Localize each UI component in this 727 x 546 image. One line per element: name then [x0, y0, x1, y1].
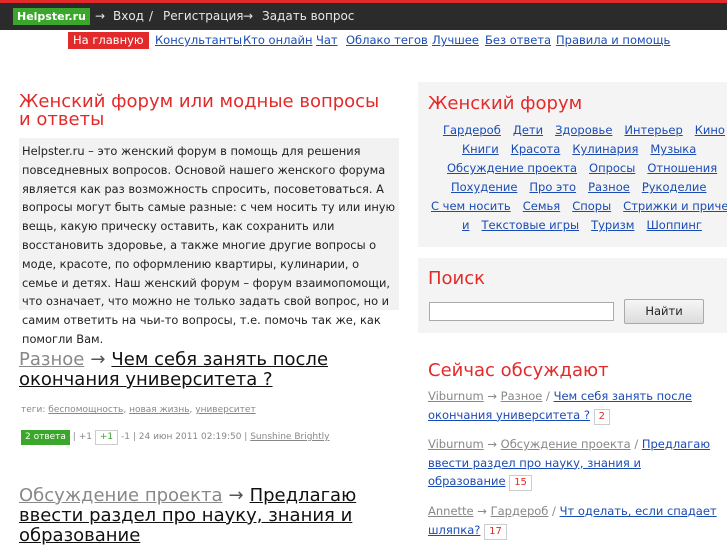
nav-item-chat[interactable]: Чат [316, 33, 338, 48]
arrow-icon: → [90, 349, 106, 370]
nav-home-button[interactable]: На главную [68, 32, 149, 49]
post-author-link[interactable]: Sunshine Brightly [250, 432, 329, 442]
cloud-link[interactable]: Гардероб [443, 123, 501, 137]
post-title: Обсуждение проекта → Предлагаю ввести разд… [19, 486, 399, 546]
cloud-link[interactable]: Туризм [591, 218, 634, 232]
user-link[interactable]: Viburnum [428, 437, 484, 451]
arrow-icon: → [243, 9, 254, 23]
reply-count-badge: 2 [593, 408, 611, 425]
post-date: 24 июн 2011 02:19:50 [138, 432, 242, 442]
votes-plus: +1 [78, 432, 92, 442]
discuss-title: Сейчас обсуждают [428, 360, 609, 381]
search-title: Поиск [428, 268, 486, 289]
cloud-link[interactable]: Рукоделие [642, 180, 707, 194]
reply-count-badge: 17 [484, 523, 507, 540]
tags-label: теги: [21, 405, 46, 415]
nav-item-rules[interactable]: Правила и помощь [556, 33, 670, 48]
cloud-row: Похудение Про это Разное Рукоделие [451, 180, 718, 195]
votes-minus: -1 [121, 432, 130, 442]
category-link[interactable]: Разное [501, 389, 543, 403]
nav-item-unanswered[interactable]: Без ответа [485, 33, 551, 48]
cloud-link[interactable]: Семья [523, 199, 560, 213]
cloud-link[interactable]: Про это [529, 180, 576, 194]
post-tags: теги: беспомощность, новая жизнь, универ… [21, 405, 256, 415]
nav-item-tag-cloud[interactable]: Облако тегов [346, 33, 428, 48]
arrow-icon: → [228, 485, 244, 506]
cloud-link[interactable]: Обсуждение проекта [447, 161, 577, 175]
search-button[interactable]: Найти [624, 299, 704, 324]
category-link[interactable]: Обсуждение проекта [501, 437, 631, 451]
forum-title: Женский форум [428, 93, 583, 114]
cloud-link[interactable]: Книги [462, 142, 499, 156]
cloud-link[interactable]: Отношения [647, 161, 717, 175]
separator: / [149, 9, 154, 23]
cloud-row: Книги Красота Кулинария Музыка [462, 142, 708, 157]
tag-link[interactable]: беспомощность [48, 405, 123, 415]
cloud-link[interactable]: Кино [695, 123, 725, 137]
cloud-link[interactable]: Похудение [451, 180, 517, 194]
arrow-icon: → [95, 9, 106, 23]
cloud-link[interactable]: С чем носить [431, 199, 511, 213]
intro-text: Helpster.ru – это женский форум в помощь… [22, 144, 396, 346]
post-item: Обсуждение проекта → Предлагаю ввести разд… [19, 486, 399, 546]
cloud-link[interactable]: и [462, 218, 469, 232]
post-item: Разное → Чем себя занять после окончания у… [19, 350, 399, 390]
cloud-link[interactable]: Дети [513, 123, 543, 137]
cloud-row: Гардероб Дети Здоровье Интерьер Кино [443, 123, 727, 138]
intro-box: Helpster.ru – это женский форум в помощь… [19, 138, 399, 346]
nav-item-best[interactable]: Лучшее [432, 33, 479, 48]
main-nav: На главную Консультанты Кто онлайн Чат О… [0, 30, 727, 52]
page-title: Женский форум или модные вопросы и ответ… [19, 91, 380, 130]
nav-item-online[interactable]: Кто онлайн [243, 33, 313, 48]
post-category-link[interactable]: Обсуждение проекта [19, 485, 222, 506]
register-link[interactable]: Регистрация [163, 8, 243, 25]
user-link[interactable]: Annette [428, 504, 474, 518]
cloud-link[interactable]: Интерьер [624, 123, 682, 137]
cloud-link[interactable]: Текстовые игры [481, 218, 579, 232]
discussion-item: Viburnum → Обсуждение проекта / Предлага… [428, 435, 718, 491]
discussion-item: Annette → Гардероб / Чт оделать, если сп… [428, 502, 718, 540]
cloud-link[interactable]: Кулинария [572, 142, 638, 156]
cloud-link[interactable]: Красота [511, 142, 561, 156]
user-link[interactable]: Viburnum [428, 389, 484, 403]
cloud-link[interactable]: Споры [572, 199, 611, 213]
tag-link[interactable]: университет [195, 405, 255, 415]
top-bar: Helpster.ru → Вход / Регистрация → Задат… [0, 0, 727, 30]
cloud-row: Обсуждение проекта Опросы Отношения [447, 161, 727, 176]
nav-item-consultants[interactable]: Консультанты [155, 33, 242, 48]
ask-question-link[interactable]: Задать вопрос [262, 8, 354, 25]
category-link[interactable]: Гардероб [491, 504, 549, 518]
cloud-link[interactable]: Разное [588, 180, 630, 194]
post-title: Разное → Чем себя занять после окончания у… [19, 350, 399, 390]
cloud-link[interactable]: Здоровье [555, 123, 612, 137]
login-link[interactable]: Вход [113, 8, 144, 25]
cloud-link[interactable]: Стрижки и прическ [623, 199, 727, 213]
cloud-link[interactable]: Музыка [650, 142, 696, 156]
post-category-link[interactable]: Разное [19, 349, 84, 370]
cloud-row: С чем носить Семья Споры Стрижки и прическ [431, 199, 727, 214]
reply-count-badge: 15 [509, 475, 532, 491]
post-meta: 2 ответа | +1 +1 -1 | 24 июн 2011 02:19:… [21, 430, 329, 445]
cloud-link[interactable]: Шоппинг [646, 218, 701, 232]
cloud-link[interactable]: Опросы [589, 161, 635, 175]
site-logo[interactable]: Helpster.ru [13, 8, 90, 25]
discussion-item: Viburnum → Разное / Чем себя занять посл… [428, 387, 718, 425]
search-input[interactable] [429, 302, 614, 321]
vote-plus-button[interactable]: +1 [94, 430, 119, 445]
tag-link[interactable]: новая жизнь [129, 405, 189, 415]
answers-badge[interactable]: 2 ответа [21, 430, 70, 445]
cloud-row: и Текстовые игры Туризм Шоппинг [462, 218, 714, 233]
